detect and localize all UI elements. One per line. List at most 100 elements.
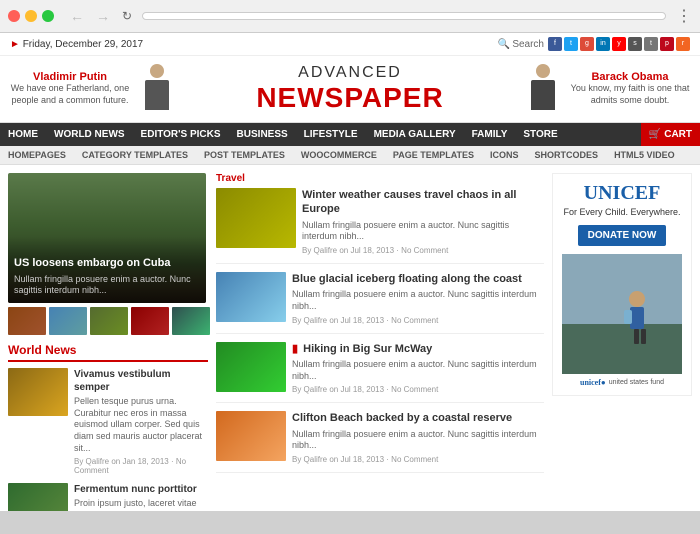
site-header: Vladimir Putin We have one Fatherland, o… xyxy=(0,56,700,123)
world-news-title: World News xyxy=(8,343,208,362)
travel-title-4[interactable]: Clifton Beach backed by a coastal reserv… xyxy=(292,411,544,425)
browser-chrome: ← → ↻ ⋮ xyxy=(0,0,700,33)
thumb-5[interactable] xyxy=(172,307,210,335)
top-bar: ► Friday, December 29, 2017 🔍 Search f t… xyxy=(0,33,700,56)
social-icon-5[interactable]: s xyxy=(628,37,642,51)
travel-item-1: Winter weather causes travel chaos in al… xyxy=(216,188,544,264)
browser-navigation: ← → ↻ xyxy=(66,6,136,26)
social-icon-6[interactable]: t xyxy=(644,37,658,51)
travel-desc-1: Nullam fringilla posuere enim a auctor. … xyxy=(302,220,544,243)
travel-image-1[interactable] xyxy=(216,188,296,248)
thumb-3[interactable] xyxy=(90,307,128,335)
unicef-logo: UNICEF xyxy=(561,182,683,205)
travel-meta-2: By Qalifre on Jul 18, 2013 · No Comment xyxy=(292,316,544,325)
forward-button[interactable]: → xyxy=(92,6,114,26)
unicef-advertisement: UNICEF For Every Child. Everywhere. DONA… xyxy=(552,173,692,396)
window-controls xyxy=(8,10,54,22)
wn-title-1[interactable]: Vivamus vestibulum semper xyxy=(74,368,208,394)
browser-menu-button[interactable]: ⋮ xyxy=(676,6,692,26)
nav-family[interactable]: FAMILY xyxy=(464,123,516,146)
travel-meta-1: By Qalifre on Jul 18, 2013 · No Comment xyxy=(302,246,544,255)
wn-title-2[interactable]: Fermentum nunc porttitor xyxy=(74,483,208,496)
subnav-shortcodes[interactable]: SHORTCODES xyxy=(527,146,607,164)
nav-editors-picks[interactable]: EDITOR'S PICKS xyxy=(133,123,229,146)
subnav-icons[interactable]: ICONS xyxy=(482,146,527,164)
wn-desc-1: Pellen tesque purus urna. Curabitur nec … xyxy=(74,396,208,454)
wn-meta-1: By Qalifre on Jan 18, 2013 · No Comment xyxy=(74,457,208,475)
nav-store[interactable]: STORE xyxy=(515,123,565,146)
unicef-image xyxy=(562,254,682,374)
twitter-icon[interactable]: t xyxy=(564,37,578,51)
travel-text-3: ▮ Hiking in Big Sur McWay Nullam fringil… xyxy=(292,342,544,395)
featured-desc: Nullam fringilla posuere enim a auctor. … xyxy=(14,274,200,297)
nav-media-gallery[interactable]: MEDIA GALLERY xyxy=(366,123,464,146)
travel-title-2[interactable]: Blue glacial iceberg floating along the … xyxy=(292,272,544,286)
main-navigation: HOME WORLD NEWS EDITOR'S PICKS BUSINESS … xyxy=(0,123,700,146)
travel-text-4: Clifton Beach backed by a coastal reserv… xyxy=(292,411,544,464)
unicef-photo xyxy=(562,254,682,374)
subnav-woo[interactable]: WOOCOMMERCE xyxy=(293,146,385,164)
facebook-icon[interactable]: f xyxy=(548,37,562,51)
travel-item-4: Clifton Beach backed by a coastal reserv… xyxy=(216,411,544,473)
body-shape-obama xyxy=(531,80,555,110)
travel-desc-4: Nullam fringilla posuere enim a auctor. … xyxy=(292,429,544,452)
nav-world-news[interactable]: WORLD NEWS xyxy=(46,123,133,146)
thumb-4[interactable] xyxy=(131,307,169,335)
subnav-category[interactable]: CATEGORY TEMPLATES xyxy=(74,146,196,164)
travel-section-label: Travel xyxy=(216,173,544,184)
right-column: UNICEF For Every Child. Everywhere. DONA… xyxy=(552,173,692,511)
wn-image-1[interactable] xyxy=(8,368,68,416)
search-link[interactable]: 🔍 Search xyxy=(498,39,544,50)
travel-image-3[interactable] xyxy=(216,342,286,392)
world-news-item-2: Fermentum nunc porttitor Proin ipsum jus… xyxy=(8,483,208,511)
wn-image-2[interactable] xyxy=(8,483,68,511)
nav-business[interactable]: BUSINESS xyxy=(229,123,296,146)
minimize-dot[interactable] xyxy=(25,10,37,22)
search-social-bar: 🔍 Search f t g in y s t p r xyxy=(498,37,690,51)
youtube-icon[interactable]: y xyxy=(612,37,626,51)
thumbnail-row xyxy=(8,307,208,335)
travel-item-3: ▮ Hiking in Big Sur McWay Nullam fringil… xyxy=(216,342,544,404)
site-logo[interactable]: ADVANCED NEWSPAPER xyxy=(237,64,464,114)
head-shape-obama xyxy=(536,64,550,78)
travel-text-2: Blue glacial iceberg floating along the … xyxy=(292,272,544,325)
world-news-item-1: Vivamus vestibulum semper Pellen tesque … xyxy=(8,368,208,475)
linkedin-icon[interactable]: in xyxy=(596,37,610,51)
maximize-dot[interactable] xyxy=(42,10,54,22)
thumb-1[interactable] xyxy=(8,307,46,335)
nav-lifestyle[interactable]: LIFESTYLE xyxy=(296,123,366,146)
travel-image-4[interactable] xyxy=(216,411,286,461)
wn-text-1: Vivamus vestibulum semper Pellen tesque … xyxy=(74,368,208,475)
nav-home[interactable]: HOME xyxy=(0,123,46,146)
subnav-homepages[interactable]: HOMEPAGES xyxy=(0,146,74,164)
travel-title-3[interactable]: ▮ Hiking in Big Sur McWay xyxy=(292,342,544,356)
unicef-tagline: For Every Child. Everywhere. xyxy=(561,207,683,219)
cart-button[interactable]: 🛒 CART xyxy=(641,123,700,146)
bookmark-icon: ▮ xyxy=(292,343,298,355)
travel-desc-3: Nullam fringilla posuere enim a auctor. … xyxy=(292,359,544,382)
back-button[interactable]: ← xyxy=(66,6,88,26)
address-bar[interactable] xyxy=(142,12,666,20)
featured-image[interactable]: US loosens embargo on Cuba Nullam fringi… xyxy=(8,173,206,303)
featured-title: US loosens embargo on Cuba xyxy=(14,256,200,270)
donate-button[interactable]: DONATE NOW xyxy=(578,225,667,246)
left-column: US loosens embargo on Cuba Nullam fringi… xyxy=(8,173,208,511)
googleplus-icon[interactable]: g xyxy=(580,37,594,51)
content-area: US loosens embargo on Cuba Nullam fringi… xyxy=(0,165,700,511)
date-display: ► Friday, December 29, 2017 xyxy=(10,39,143,50)
subnav-html5[interactable]: HTML5 VIDEO xyxy=(606,146,683,164)
website-content: ► Friday, December 29, 2017 🔍 Search f t… xyxy=(0,33,700,511)
refresh-button[interactable]: ↻ xyxy=(118,7,136,25)
subnav-page[interactable]: PAGE TEMPLATES xyxy=(385,146,482,164)
pinterest-icon[interactable]: p xyxy=(660,37,674,51)
close-dot[interactable] xyxy=(8,10,20,22)
unicef-bottom: unicef● united states fund xyxy=(561,378,683,387)
travel-image-2[interactable] xyxy=(216,272,286,322)
travel-meta-3: By Qalifre on Jul 18, 2013 · No Comment xyxy=(292,385,544,394)
subnav-post[interactable]: POST TEMPLATES xyxy=(196,146,293,164)
day-label: ► xyxy=(10,39,20,50)
rss-icon[interactable]: r xyxy=(676,37,690,51)
body-shape xyxy=(145,80,169,110)
thumb-2[interactable] xyxy=(49,307,87,335)
travel-title-1[interactable]: Winter weather causes travel chaos in al… xyxy=(302,188,544,217)
